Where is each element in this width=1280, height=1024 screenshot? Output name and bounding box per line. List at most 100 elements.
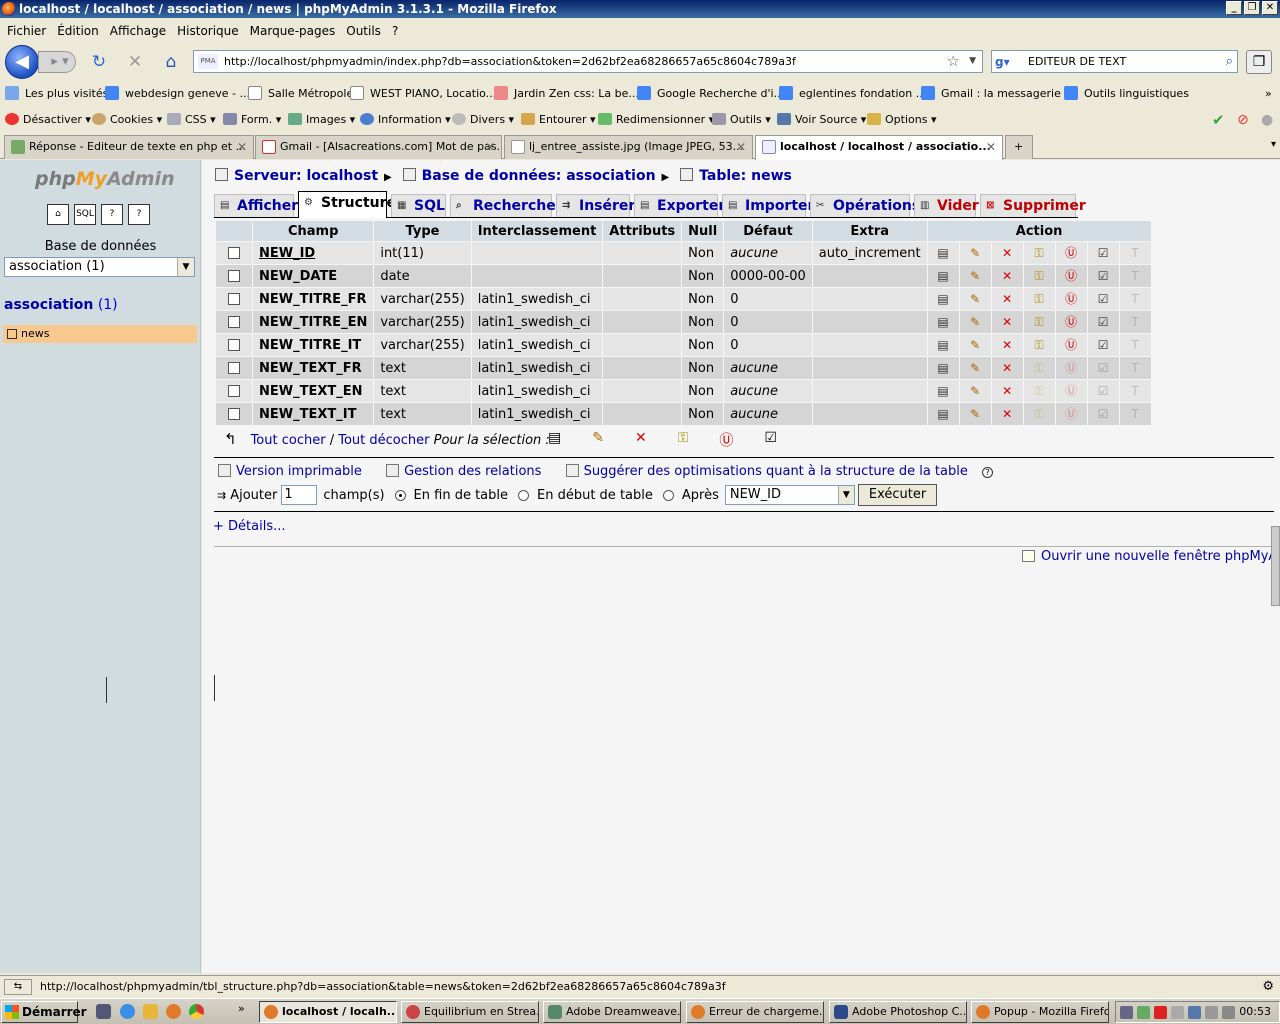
tray-icon[interactable]: [1120, 1006, 1133, 1019]
primary-key-icon[interactable]: ⚿: [1032, 361, 1047, 376]
tray-icon[interactable]: [1171, 1006, 1184, 1019]
edit-icon[interactable]: ✎: [968, 384, 983, 399]
row-checkbox[interactable]: [228, 269, 240, 282]
primary-key-icon[interactable]: ⚿: [1032, 246, 1047, 261]
tab-list-icon[interactable]: ▾: [1271, 139, 1276, 150]
reload-icon[interactable]: ↻: [89, 52, 109, 72]
bookmark-item[interactable]: Les plus visités: [5, 83, 108, 105]
uncheck-all-link[interactable]: Tout décocher: [338, 433, 429, 448]
ie-icon[interactable]: [120, 1004, 135, 1019]
browse-selected-icon[interactable]: ▤: [548, 430, 561, 450]
fulltext-icon[interactable]: T: [1128, 246, 1143, 261]
dev-disable-menu[interactable]: Désactiver ▾: [5, 108, 91, 132]
drop-icon[interactable]: ✕: [1000, 361, 1015, 376]
start-button[interactable]: Démarrer: [1, 1001, 87, 1023]
row-checkbox[interactable]: [228, 315, 240, 328]
index-icon[interactable]: ☑: [1096, 361, 1111, 376]
menu-help[interactable]: ?: [389, 24, 406, 38]
taskbar-item[interactable]: Equilibrium en Strea...: [401, 1001, 539, 1023]
taskbar-item[interactable]: Popup - Mozilla Firefox: [971, 1001, 1109, 1023]
tab-structure[interactable]: ⚙ Structure: [298, 191, 396, 218]
unique-icon[interactable]: Ⓤ: [1064, 407, 1079, 422]
tab-sql[interactable]: ▦ SQL: [391, 194, 446, 217]
tab-close-icon[interactable]: ✕: [237, 136, 247, 158]
bookmark-item[interactable]: webdesign geneve - ...: [105, 83, 250, 105]
menu-edition[interactable]: Édition: [54, 24, 107, 38]
index-icon[interactable]: ☑: [1096, 384, 1111, 399]
tab-view-icon[interactable]: ❐: [1246, 50, 1272, 74]
tray-antivirus-icon[interactable]: [1154, 1006, 1167, 1019]
primary-key-icon[interactable]: ⚿: [1032, 407, 1047, 422]
close-button[interactable]: ✕: [1262, 1, 1278, 15]
radio-start-of-table[interactable]: [518, 489, 529, 501]
check-all-link[interactable]: Tout cocher: [251, 433, 326, 448]
browse-icon[interactable]: ▤: [936, 315, 951, 330]
docs-sql-icon[interactable]: ?: [128, 204, 150, 225]
bookmark-item[interactable]: Jardin Zen css: La be...: [494, 83, 639, 105]
primary-key-icon[interactable]: ⚿: [1032, 292, 1047, 307]
menu-outils[interactable]: Outils: [343, 24, 389, 38]
firefox-quicklaunch-icon[interactable]: [166, 1004, 181, 1019]
tray-network-icon[interactable]: [1188, 1006, 1201, 1019]
edit-icon[interactable]: ✎: [968, 361, 983, 376]
fulltext-icon[interactable]: T: [1128, 361, 1143, 376]
help-icon[interactable]: ?: [982, 467, 994, 478]
dev-css-menu[interactable]: CSS ▾: [167, 108, 216, 132]
status-dot-icon[interactable]: ●: [1261, 108, 1273, 132]
edit-icon[interactable]: ✎: [968, 407, 983, 422]
fulltext-icon[interactable]: T: [1128, 269, 1143, 284]
tab-image[interactable]: lj_entree_assiste.jpg (Image JPEG, 53...…: [504, 135, 753, 159]
back-button[interactable]: ◀: [5, 45, 39, 79]
unique-icon[interactable]: Ⓤ: [1064, 361, 1079, 376]
bookmark-item[interactable]: Google Recherche d'i...: [637, 83, 784, 105]
dev-resize-menu[interactable]: Redimensionner ▾: [598, 108, 714, 132]
breadcrumb-table[interactable]: Table: news: [699, 168, 792, 184]
drop-icon[interactable]: ✕: [1000, 315, 1015, 330]
row-checkbox[interactable]: [228, 246, 240, 259]
browse-icon[interactable]: ▤: [936, 338, 951, 353]
primary-key-icon[interactable]: ⚿: [1032, 338, 1047, 353]
show-desktop-icon[interactable]: [96, 1004, 111, 1019]
scrollbar[interactable]: [1271, 526, 1280, 606]
execute-button[interactable]: Exécuter: [857, 484, 938, 506]
taskbar-item[interactable]: Adobe Photoshop C...: [829, 1001, 967, 1023]
bookmark-item[interactable]: Gmail : la messagerie ...: [921, 83, 1075, 105]
edit-selected-icon[interactable]: ✎: [592, 430, 604, 450]
breadcrumb-database[interactable]: Base de données: association: [422, 168, 656, 184]
unique-icon[interactable]: Ⓤ: [1064, 384, 1079, 399]
validation-ok-icon[interactable]: ✔: [1212, 108, 1225, 132]
fulltext-icon[interactable]: T: [1128, 338, 1143, 353]
index-icon[interactable]: ☑: [1096, 246, 1111, 261]
dev-misc-menu[interactable]: Divers ▾: [452, 108, 514, 132]
print-view-link[interactable]: Version imprimable: [218, 464, 372, 479]
dev-view-source-menu[interactable]: Voir Source ▾: [777, 108, 866, 132]
tab-operations[interactable]: ✂ Opérations: [810, 194, 920, 217]
menu-affichage[interactable]: Affichage: [107, 24, 174, 38]
settings-icon[interactable]: ⚙: [1262, 976, 1274, 998]
bookmarks-overflow-icon[interactable]: »: [1265, 83, 1272, 105]
tab-close-icon[interactable]: ✕: [986, 136, 996, 158]
tab-rechercher[interactable]: ⌕ Rechercher: [450, 194, 563, 217]
relations-link[interactable]: Gestion des relations: [386, 464, 551, 479]
row-checkbox[interactable]: [228, 384, 240, 397]
error-icon[interactable]: ⊘: [1237, 108, 1249, 132]
bookmark-item[interactable]: Outils linguistiques: [1064, 83, 1189, 105]
taskbar-item[interactable]: Adobe Dreamweave...: [543, 1001, 681, 1023]
browse-icon[interactable]: ▤: [936, 246, 951, 261]
row-checkbox[interactable]: [228, 338, 240, 351]
index-icon[interactable]: ☑: [1096, 269, 1111, 284]
optimize-link[interactable]: Suggérer des optimisations quant à la st…: [565, 464, 1003, 479]
fulltext-icon[interactable]: T: [1128, 315, 1143, 330]
browse-icon[interactable]: ▤: [936, 292, 951, 307]
tray-icon[interactable]: [1205, 1006, 1218, 1019]
radio-after[interactable]: [662, 489, 674, 501]
fulltext-icon[interactable]: T: [1128, 407, 1143, 422]
primary-key-icon[interactable]: ⚿: [1032, 269, 1047, 284]
browse-icon[interactable]: ▤: [936, 384, 951, 399]
tab-supprimer[interactable]: ⊠ Supprimer: [980, 194, 1086, 217]
tab-vider[interactable]: ▥ Vider: [914, 194, 979, 217]
primary-key-icon[interactable]: ⚿: [1032, 315, 1047, 330]
url-dropdown-icon[interactable]: ▼: [969, 51, 976, 72]
url-bar[interactable]: PMA http://localhost/phpmyadmin/index.ph…: [193, 50, 983, 73]
tab-inserer[interactable]: ⇉ Insérer: [556, 194, 635, 217]
